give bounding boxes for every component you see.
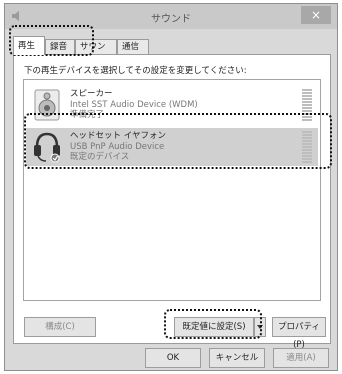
device-text: ヘッドセット イヤフォン USB PnP Audio Device 既定のデバイ… xyxy=(70,131,166,163)
window-title: サウンド xyxy=(151,14,191,25)
set-default-dropdown[interactable] xyxy=(254,317,266,337)
tab-playback[interactable]: 再生 xyxy=(13,36,45,55)
speaker-icon xyxy=(34,89,60,121)
headset-icon xyxy=(34,132,60,163)
apply-button[interactable]: 適用(A) xyxy=(273,348,329,368)
playback-panel: 下の再生デバイスを選択してその設定を変更してください: スピーカー Intel … xyxy=(13,54,331,350)
ok-button[interactable]: OK xyxy=(145,348,201,368)
sound-dialog: サウンド × 再生 録音 サウンド 通信 下の再生デバイスを選択してその設定を変… xyxy=(4,3,338,371)
title-bar[interactable]: サウンド × xyxy=(5,4,337,29)
volume-level-meter xyxy=(302,89,312,121)
tab-sounds[interactable]: サウンド xyxy=(75,39,117,67)
configure-button[interactable]: 構成(C) xyxy=(24,317,96,337)
cancel-button[interactable]: キャンセル xyxy=(209,348,265,368)
properties-button[interactable]: プロパティ(P) xyxy=(272,317,326,350)
device-driver: Intel SST Audio Device (WDM) xyxy=(70,99,198,110)
device-list[interactable]: スピーカー Intel SST Audio Device (WDM) 準備完了 … xyxy=(23,79,321,301)
device-name: スピーカー xyxy=(70,89,113,99)
instruction-text: 下の再生デバイスを選択してその設定を変更してください: xyxy=(24,66,247,76)
device-item-speaker[interactable]: スピーカー Intel SST Audio Device (WDM) 準備完了 xyxy=(26,86,318,124)
set-default-button[interactable]: 既定値に設定(S) xyxy=(174,317,254,337)
device-status: 既定のデバイス xyxy=(70,152,130,162)
tab-communications[interactable]: 通信 xyxy=(117,39,149,54)
device-status: 準備完了 xyxy=(70,110,105,120)
tab-recording[interactable]: 録音 xyxy=(45,39,75,54)
device-item-headset[interactable]: ヘッドセット イヤフォン USB PnP Audio Device 既定のデバイ… xyxy=(26,128,318,166)
close-button[interactable]: × xyxy=(301,6,331,24)
device-driver: USB PnP Audio Device xyxy=(70,141,165,152)
device-text: スピーカー Intel SST Audio Device (WDM) 準備完了 xyxy=(70,89,198,121)
device-name: ヘッドセット イヤフォン xyxy=(70,131,166,141)
chevron-down-icon xyxy=(257,325,263,329)
volume-level-meter xyxy=(302,131,312,163)
